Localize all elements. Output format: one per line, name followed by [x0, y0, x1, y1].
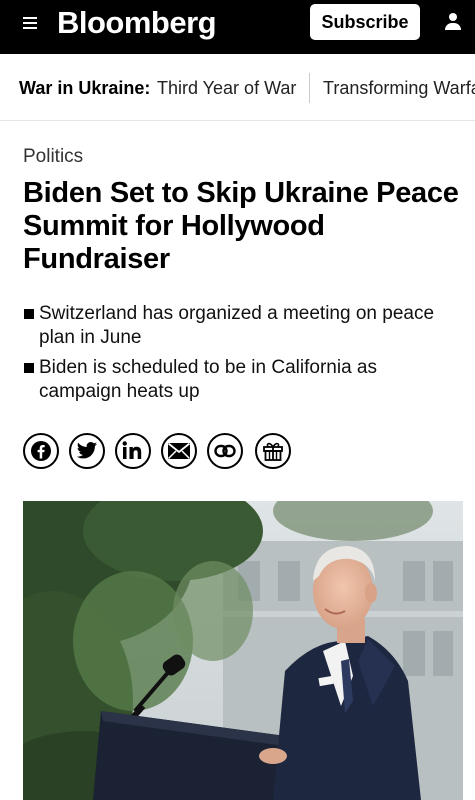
link-icon [214, 444, 236, 458]
bullet-square-icon [24, 309, 34, 319]
top-bar: Bloomberg Subscribe [0, 0, 475, 54]
article-photo [23, 501, 463, 800]
summary-bullet-text: Switzerland has organized a meeting on p… [39, 303, 435, 348]
facebook-share-button[interactable] [23, 433, 59, 469]
topic-link-transforming-warfare[interactable]: Transforming Warfa [323, 78, 475, 99]
topic-label: War in Ukraine: [19, 78, 151, 98]
topic-nav-strip: War in Ukraine: Third Year of War Transf… [0, 54, 475, 121]
bullet-square-icon [24, 363, 34, 373]
twitter-share-button[interactable] [69, 433, 105, 469]
summary-bullet-text: Biden is scheduled to be in California a… [39, 357, 377, 402]
nav-divider [309, 73, 310, 103]
article-summary-list: Switzerland has organized a meeting on p… [23, 302, 463, 410]
article-photo-illustration [23, 501, 463, 800]
article-headline: Biden Set to Skip Ukraine Peace Summit f… [23, 177, 459, 275]
article-category[interactable]: Politics [23, 146, 83, 168]
email-icon [167, 442, 191, 460]
gift-icon [263, 442, 283, 461]
subscribe-button[interactable]: Subscribe [310, 4, 420, 40]
email-share-button[interactable] [161, 433, 197, 469]
linkedin-icon [122, 441, 142, 459]
bloomberg-logo[interactable]: Bloomberg [57, 5, 217, 41]
topic-link-third-year-of-war[interactable]: Third Year of War [157, 78, 296, 99]
user-account-icon[interactable] [444, 13, 462, 31]
gift-article-button[interactable] [255, 433, 291, 469]
hamburger-menu-icon[interactable] [23, 17, 37, 29]
copy-link-button[interactable] [207, 433, 243, 469]
facebook-icon [31, 441, 51, 461]
summary-bullet: Biden is scheduled to be in California a… [23, 356, 463, 404]
twitter-icon [76, 442, 98, 459]
summary-bullet: Switzerland has organized a meeting on p… [23, 302, 463, 350]
linkedin-share-button[interactable] [115, 433, 151, 469]
